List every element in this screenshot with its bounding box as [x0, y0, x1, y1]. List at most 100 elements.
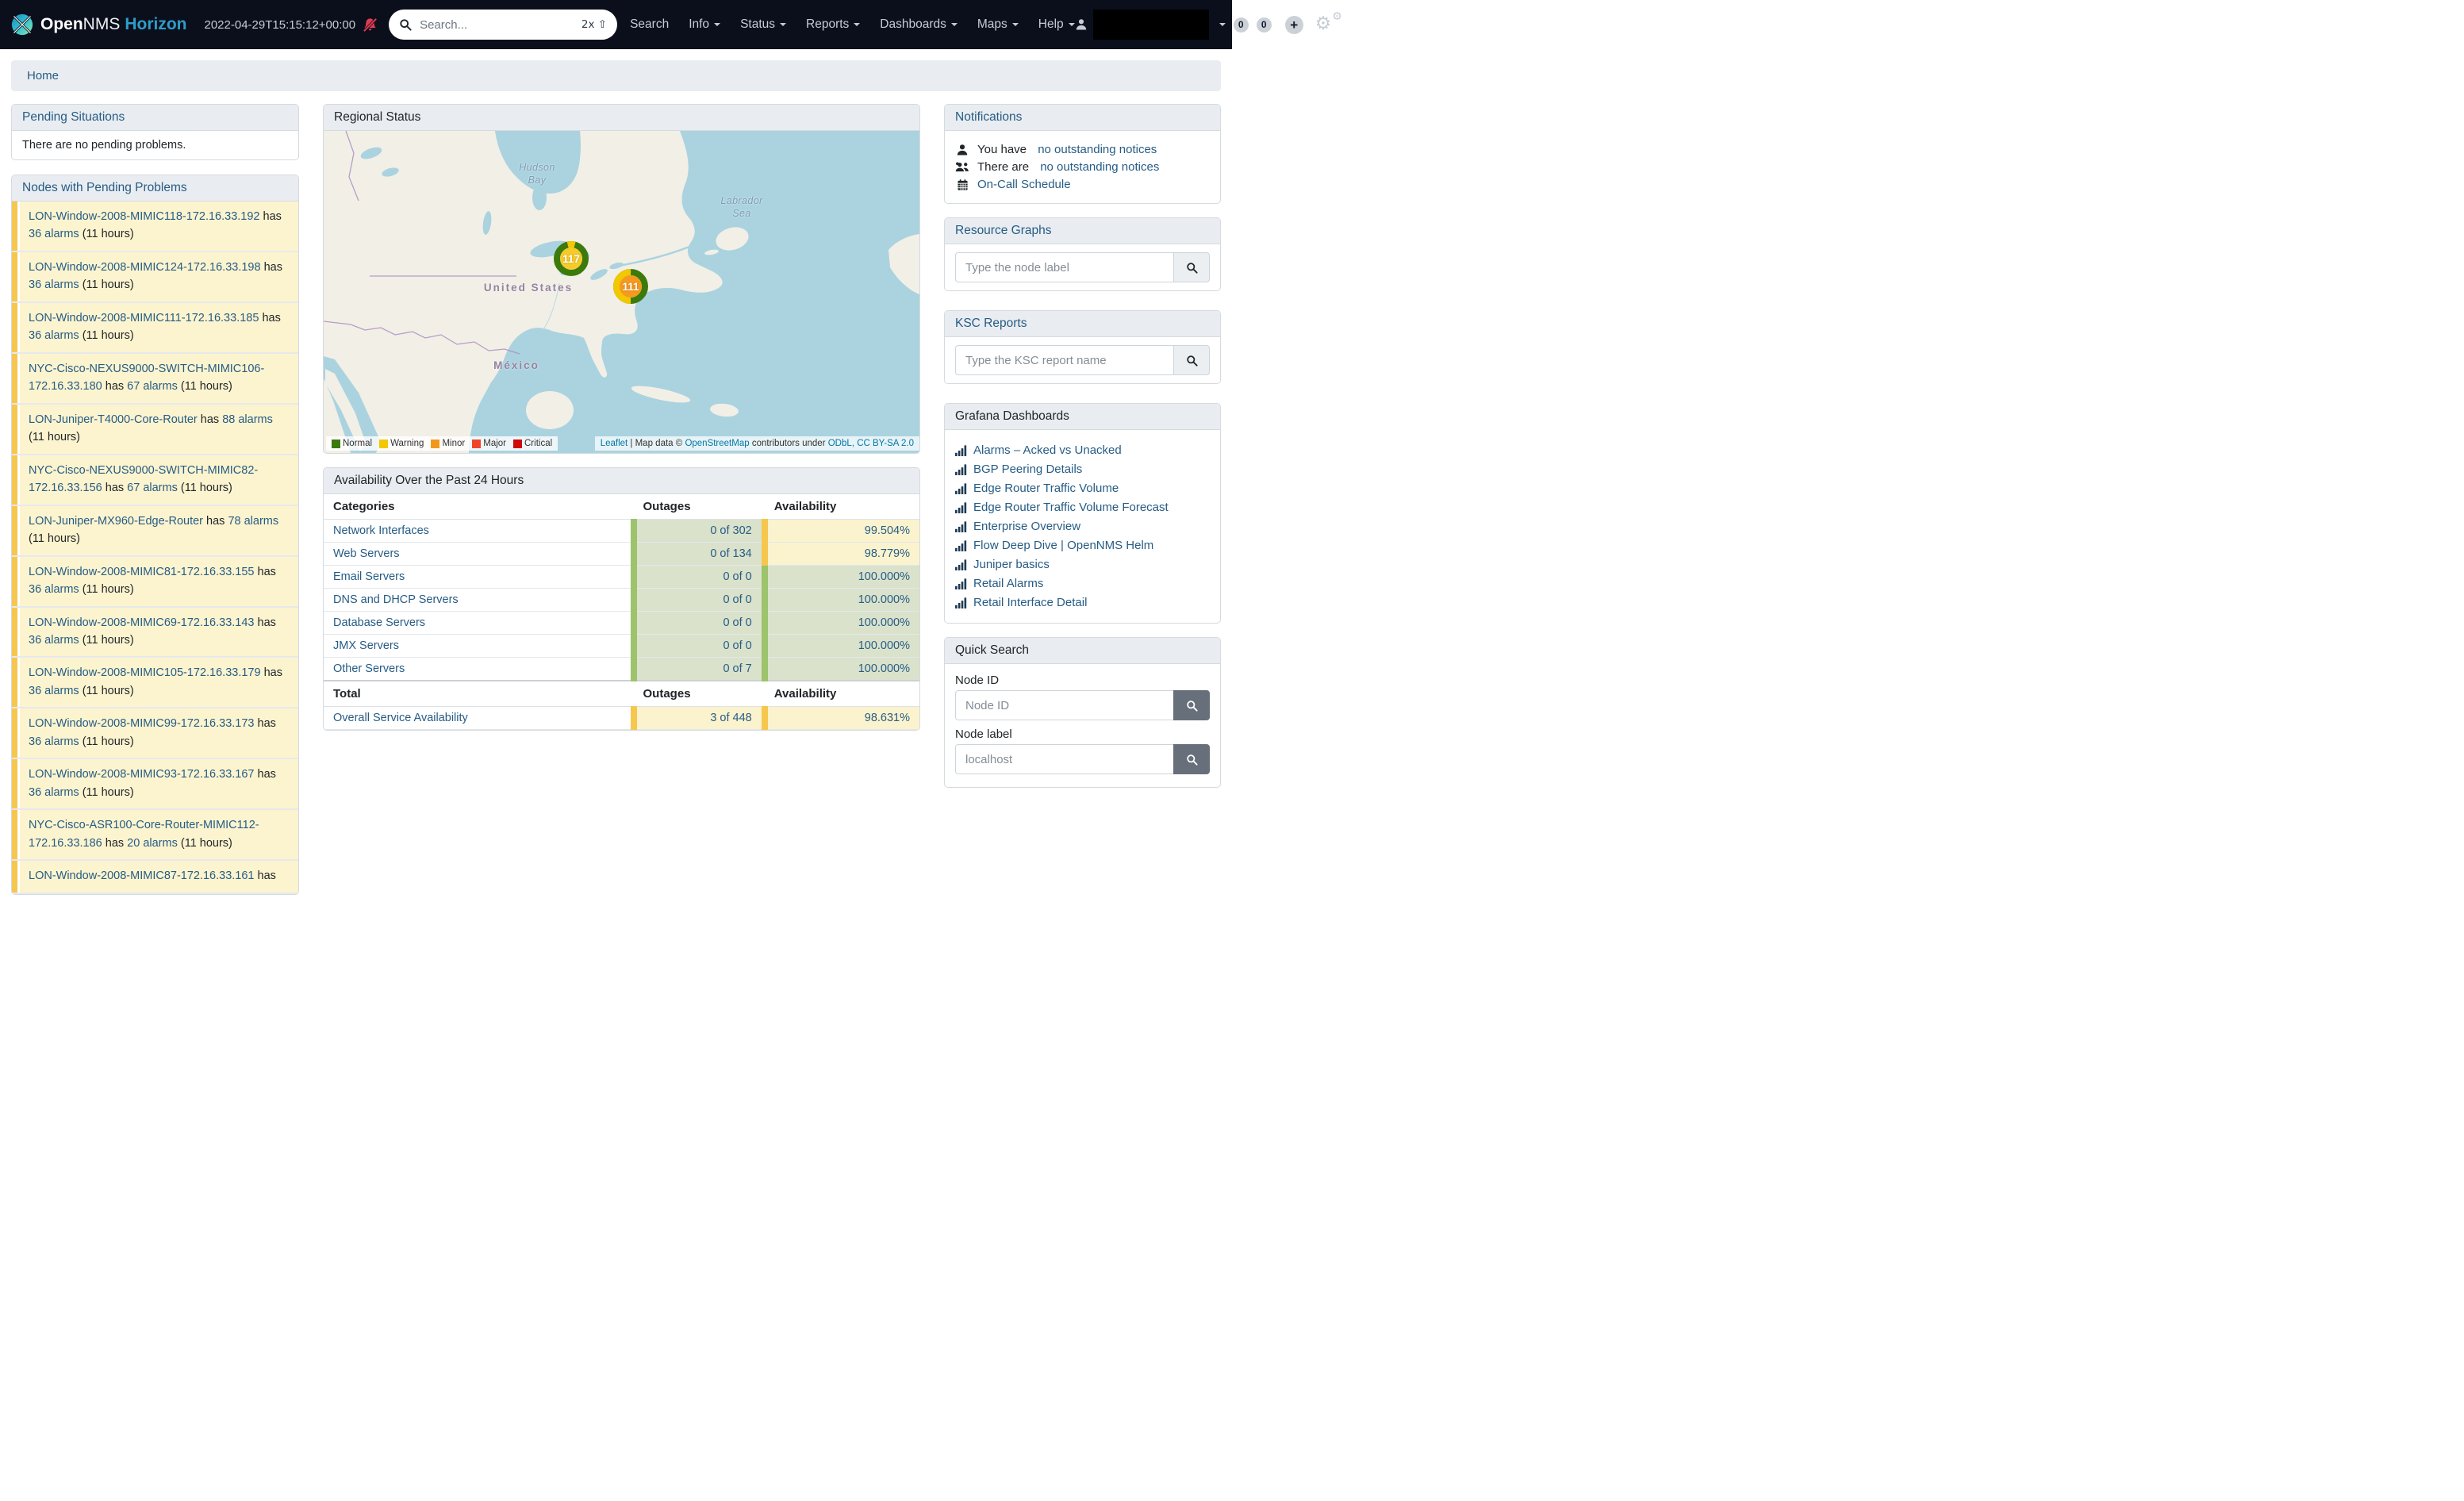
category-link[interactable]: DNS and DHCP Servers [333, 593, 459, 606]
node-link[interactable]: LON-Window-2008-MIMIC111-172.16.33.185 [29, 312, 259, 324]
alarms-link[interactable]: 36 alarms [29, 735, 79, 748]
total-label: Total [324, 681, 634, 707]
opennms-brand[interactable]: OpenNMSHorizon [11, 13, 187, 36]
legend-item-warning: Warning [379, 439, 424, 448]
alarms-link[interactable]: 88 alarms [222, 413, 273, 426]
pending-nodes-list: LON-Window-2008-MIMIC118-172.16.33.192 h… [12, 202, 298, 894]
node-link[interactable]: LON-Juniper-MX960-Edge-Router [29, 515, 203, 528]
grafana-dashboard-item: Retail Alarms [955, 577, 1210, 590]
grafana-dashboard-link[interactable]: BGP Peering Details [973, 463, 1082, 476]
ksc-reports-input[interactable] [955, 345, 1173, 375]
quick-search-group [955, 744, 1210, 774]
search-icon [399, 18, 412, 31]
notification-link[interactable]: On-Call Schedule [977, 178, 1071, 191]
alarms-link[interactable]: 36 alarms [29, 786, 79, 799]
category-link[interactable]: Database Servers [333, 616, 425, 629]
alarms-link[interactable]: 67 alarms [127, 482, 178, 494]
category-link[interactable]: Overall Service Availability [333, 712, 468, 724]
breadcrumb-home-link[interactable]: Home [27, 69, 59, 83]
severity-stripe [12, 202, 20, 251]
global-search: 2x ⇧ [389, 10, 617, 40]
alarms-link[interactable]: 36 alarms [29, 685, 79, 697]
node-link[interactable]: LON-Window-2008-MIMIC99-172.16.33.173 [29, 717, 255, 730]
node-link[interactable]: LON-Window-2008-MIMIC93-172.16.33.167 [29, 768, 255, 781]
quick-search-button[interactable] [1173, 744, 1210, 774]
category-link[interactable]: Web Servers [333, 547, 400, 560]
brand-nms: NMS [83, 15, 121, 33]
node-link[interactable]: LON-Window-2008-MIMIC124-172.16.33.198 [29, 261, 261, 274]
pending-node-text: LON-Window-2008-MIMIC118-172.16.33.192 h… [20, 202, 298, 251]
category-link[interactable]: Network Interfaces [333, 524, 429, 537]
search-input[interactable] [418, 17, 575, 33]
regional-status-map[interactable]: Hudson Bay Labrador Sea United States Mé… [324, 131, 919, 453]
notification-link[interactable]: no outstanding notices [1038, 143, 1157, 156]
leaflet-link[interactable]: Leaflet [601, 439, 628, 448]
quick-search-input-node-id[interactable] [955, 690, 1173, 720]
category-link[interactable]: JMX Servers [333, 639, 399, 652]
resource-graphs-input[interactable] [955, 252, 1173, 282]
category-link[interactable]: Other Servers [333, 662, 405, 675]
grafana-dashboard-link[interactable]: Retail Alarms [973, 577, 1043, 590]
pending-node-row: LON-Window-2008-MIMIC81-172.16.33.155 ha… [12, 557, 298, 608]
nav-item-maps[interactable]: Maps [977, 17, 1019, 32]
nav-item-info[interactable]: Info [689, 17, 720, 32]
grafana-dashboard-link[interactable]: Enterprise Overview [973, 520, 1080, 533]
notice-badge-1[interactable]: 0 [1234, 17, 1249, 33]
plus-icon[interactable] [1285, 16, 1303, 34]
ksc-reports-search-button[interactable] [1173, 345, 1210, 375]
cc-by-sa-link[interactable]: CC BY-SA 2.0 [857, 439, 914, 448]
alarms-link[interactable]: 36 alarms [29, 634, 79, 647]
node-link[interactable]: LON-Juniper-T4000-Core-Router [29, 413, 198, 426]
node-link[interactable]: LON-Window-2008-MIMIC105-172.16.33.179 [29, 666, 261, 679]
node-link[interactable]: LON-Window-2008-MIMIC118-172.16.33.192 [29, 210, 260, 223]
regional-status-card: Regional Status [323, 104, 920, 454]
notifications-title[interactable]: Notifications [945, 105, 1220, 131]
bar-chart-icon [955, 597, 967, 608]
quick-search-input-node-label[interactable] [955, 744, 1173, 774]
resource-graphs-search-button[interactable] [1173, 252, 1210, 282]
ksc-reports-card: KSC Reports [944, 310, 1221, 384]
node-link[interactable]: LON-Window-2008-MIMIC69-172.16.33.143 [29, 616, 255, 629]
alarms-link[interactable]: 36 alarms [29, 583, 79, 596]
odbl-link[interactable]: ODbL [828, 439, 852, 448]
alarms-link[interactable]: 36 alarms [29, 329, 79, 342]
alarms-link[interactable]: 36 alarms [29, 278, 79, 291]
notification-link[interactable]: no outstanding notices [1040, 160, 1159, 174]
nav-item-status[interactable]: Status [740, 17, 786, 32]
outages-cell: 0 of 0 [634, 566, 765, 589]
alarms-link[interactable]: 36 alarms [29, 228, 79, 240]
quick-search-button[interactable] [1173, 690, 1210, 720]
nodes-pending-problems-title[interactable]: Nodes with Pending Problems [12, 175, 298, 202]
pending-situations-title[interactable]: Pending Situations [12, 105, 298, 131]
nav-item-search[interactable]: Search [630, 17, 669, 32]
alarms-link[interactable]: 78 alarms [228, 515, 278, 528]
nav-item-help[interactable]: Help [1038, 17, 1075, 32]
pending-node-row: LON-Window-2008-MIMIC105-172.16.33.179 h… [12, 658, 298, 708]
node-link[interactable]: LON-Window-2008-MIMIC81-172.16.33.155 [29, 566, 255, 578]
grafana-dashboard-link[interactable]: Edge Router Traffic Volume Forecast [973, 501, 1169, 514]
nav-item-dashboards[interactable]: Dashboards [880, 17, 958, 32]
gears-icon[interactable] [1315, 13, 1342, 36]
grafana-dashboard-link[interactable]: Retail Interface Detail [973, 596, 1087, 609]
grafana-dashboard-link[interactable]: Alarms – Acked vs Unacked [973, 443, 1122, 457]
caret-down-icon [1219, 23, 1226, 26]
node-link[interactable]: LON-Window-2008-MIMIC87-172.16.33.161 [29, 870, 255, 882]
category-cell: DNS and DHCP Servers [324, 589, 634, 612]
ksc-reports-title[interactable]: KSC Reports [945, 311, 1220, 337]
nav-item-reports[interactable]: Reports [806, 17, 860, 32]
alarms-link[interactable]: 67 alarms [127, 380, 178, 393]
map-cluster-marker-111[interactable]: 111 [613, 269, 648, 304]
user-icon [955, 144, 969, 156]
grafana-dashboard-link[interactable]: Edge Router Traffic Volume [973, 482, 1119, 495]
alarms-link[interactable]: 20 alarms [127, 837, 178, 850]
grafana-dashboard-link[interactable]: Flow Deep Dive | OpenNMS Helm [973, 539, 1153, 552]
username-redacted[interactable] [1093, 10, 1209, 40]
resource-graphs-title[interactable]: Resource Graphs [945, 218, 1220, 244]
map-cluster-marker-117[interactable]: 117 [554, 241, 589, 276]
notice-badge-2[interactable]: 0 [1257, 17, 1272, 33]
outages-cell: 0 of 302 [634, 520, 765, 543]
osm-link[interactable]: OpenStreetMap [685, 439, 749, 448]
quick-search-field-label: Node ID [955, 674, 1210, 687]
category-link[interactable]: Email Servers [333, 570, 405, 583]
grafana-dashboard-link[interactable]: Juniper basics [973, 558, 1050, 571]
